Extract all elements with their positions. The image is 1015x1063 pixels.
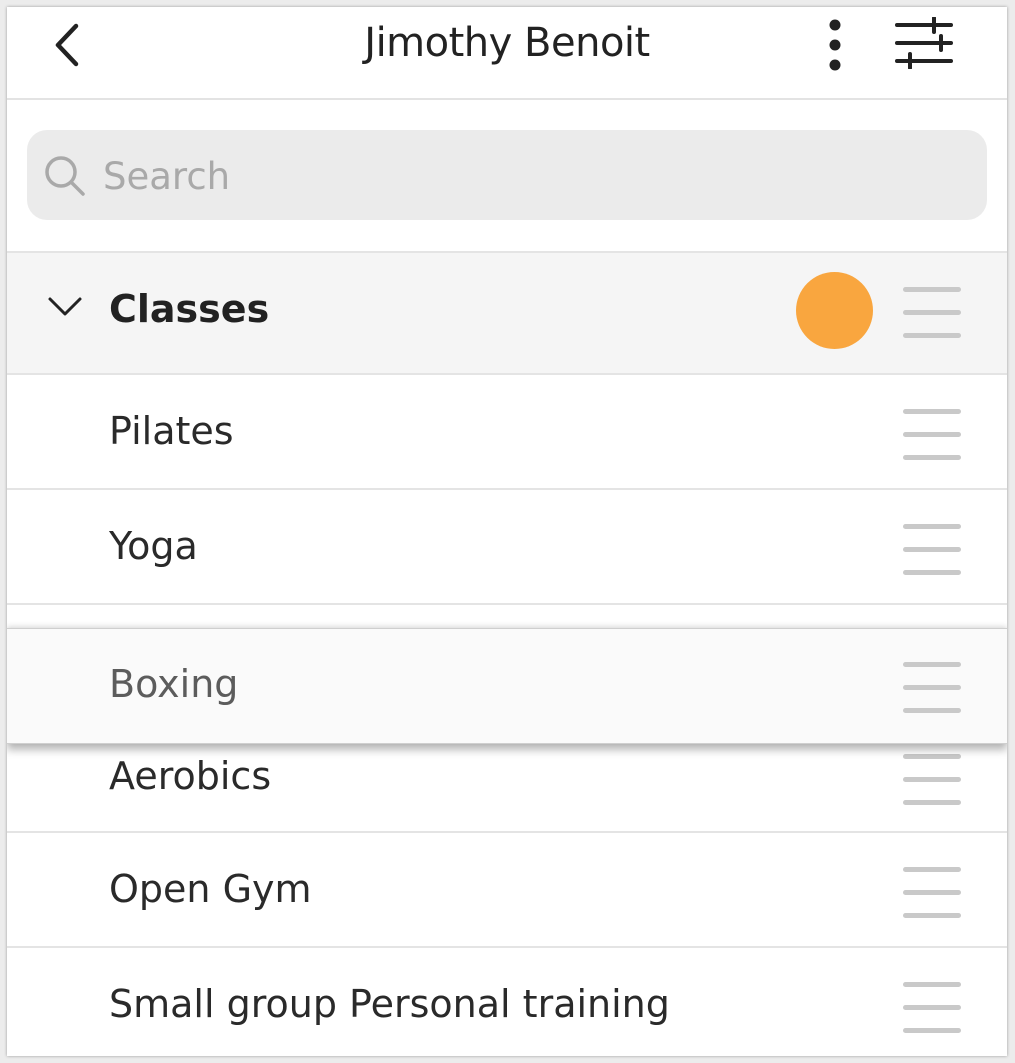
list-item[interactable]: Pilates (7, 373, 1007, 490)
list-item-label: Yoga (109, 524, 198, 568)
drag-handle-icon[interactable] (903, 409, 961, 463)
list-item[interactable]: Small group Personal training (7, 946, 1007, 1056)
section-header-classes[interactable]: Classes (7, 251, 1007, 375)
search-bar-container (7, 100, 1007, 251)
search-box[interactable] (27, 130, 987, 220)
drag-handle-icon[interactable] (903, 662, 961, 716)
search-input[interactable] (101, 148, 965, 204)
page-title: Jimothy Benoit (364, 20, 650, 66)
drag-handle-icon[interactable] (903, 524, 961, 578)
drag-handle-icon[interactable] (903, 754, 961, 808)
app-window: Jimothy Benoit Search Classes Pilates Yo… (7, 7, 1007, 1056)
section-label: Classes (109, 287, 270, 331)
drag-handle-icon[interactable] (903, 287, 961, 341)
list-item-dragging[interactable]: Boxing (7, 628, 1007, 744)
chevron-down-icon[interactable] (47, 295, 83, 319)
search-icon (45, 156, 85, 196)
filter-button[interactable] (891, 16, 957, 70)
list-item-label: Pilates (109, 409, 234, 453)
list-item-label: Small group Personal training (109, 982, 670, 1026)
drag-handle-icon[interactable] (903, 982, 961, 1036)
list-item[interactable]: Open Gym (7, 831, 1007, 948)
sliders-icon (895, 16, 953, 70)
status-badge (796, 272, 873, 349)
top-bar: Jimothy Benoit (7, 7, 1007, 100)
drag-handle-icon[interactable] (903, 867, 961, 921)
list-item-label: Open Gym (109, 867, 312, 911)
list-item-label: Boxing (109, 662, 239, 706)
more-vertical-icon (829, 19, 841, 71)
more-options-button[interactable] (822, 15, 852, 75)
list-item-label: Aerobics (109, 754, 272, 798)
